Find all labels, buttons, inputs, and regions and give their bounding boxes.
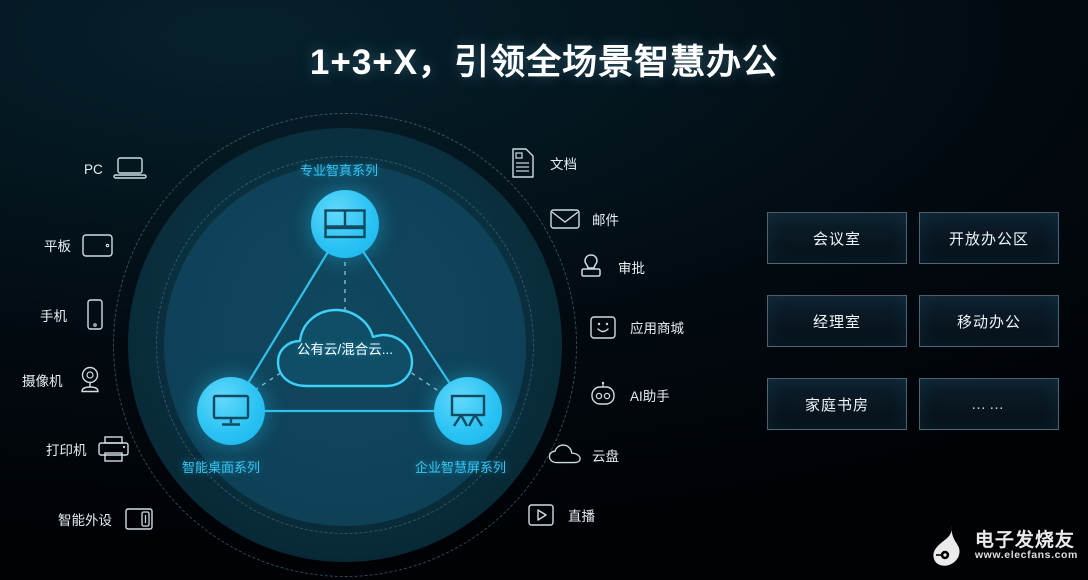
service-label-live: 直播 (568, 509, 595, 524)
service-item-approval[interactable]: 审批 (574, 250, 645, 284)
watermark-name: 电子发烧友 (974, 529, 1075, 551)
infographic-slide: 1+3+X，引领全场景智慧办公 公有云/混合云... 专业智真系列 智能桌面系列… (0, 0, 1088, 580)
app-store-icon (586, 310, 620, 344)
smart-board-icon (450, 394, 486, 427)
device-item-camera[interactable]: 摄像机 (22, 363, 107, 397)
service-item-cloud-drive[interactable]: 云盘 (548, 438, 619, 472)
device-label-pc: PC (84, 161, 103, 177)
phone-icon (77, 298, 111, 332)
scenario-mobile-office[interactable]: 移动办公 (919, 295, 1059, 347)
service-item-ai-assistant[interactable]: AI助手 (586, 378, 670, 412)
device-item-printer[interactable]: 打印机 (46, 432, 131, 466)
hub-node-label-smart-desktop: 智能桌面系列 (182, 460, 261, 475)
device-label-printer: 打印机 (46, 443, 87, 458)
robot-icon (586, 378, 620, 412)
scenario-more[interactable]: …… (919, 378, 1059, 430)
service-label-document: 文档 (550, 157, 577, 172)
desktop-monitor-icon (212, 394, 250, 426)
hub-node-label-telepresence: 专业智真系列 (300, 163, 379, 178)
smart-peripheral-icon (122, 502, 156, 536)
page-title: 1+3+X，引领全场景智慧办公 (309, 43, 779, 82)
device-item-phone[interactable]: 手机 (40, 298, 111, 332)
device-item-peripheral[interactable]: 智能外设 (58, 502, 156, 536)
scenario-open-office[interactable]: 开放办公区 (919, 212, 1059, 264)
tablet-icon (81, 228, 115, 262)
hub-node-telepresence[interactable] (311, 190, 379, 258)
service-label-app-store: 应用商城 (630, 321, 684, 336)
service-item-document[interactable]: 文档 (506, 146, 577, 180)
hub-node-smart-desktop[interactable] (197, 377, 265, 445)
service-item-mail[interactable]: 邮件 (548, 202, 619, 236)
mail-icon (548, 202, 582, 236)
camera-icon (73, 363, 107, 397)
document-icon (506, 146, 540, 180)
watermark-url: www.elecfans.com (974, 549, 1078, 562)
device-label-peripheral: 智能外设 (58, 513, 112, 528)
device-item-pc[interactable]: PC (84, 152, 147, 186)
cloud-label: 公有云/混合云... (296, 342, 393, 357)
device-label-camera: 摄像机 (22, 374, 63, 389)
scenario-meeting-room[interactable]: 会议室 (767, 212, 907, 264)
laptop-icon (113, 152, 147, 186)
hub-node-smart-screen[interactable] (434, 377, 502, 445)
live-play-icon (524, 498, 558, 532)
telepresence-screen-icon (324, 209, 366, 239)
service-item-app-store[interactable]: 应用商城 (586, 310, 684, 344)
elecfans-flame-logo-icon (933, 526, 960, 566)
service-label-approval: 审批 (618, 261, 645, 276)
device-label-phone: 手机 (40, 309, 67, 324)
printer-icon (97, 432, 131, 466)
device-item-tablet[interactable]: 平板 (44, 228, 115, 262)
service-label-cloud-drive: 云盘 (592, 449, 619, 464)
scenario-home-study[interactable]: 家庭书房 (767, 378, 907, 430)
scenario-manager-office[interactable]: 经理室 (767, 295, 907, 347)
scenario-grid: 会议室 开放办公区 经理室 移动办公 家庭书房 …… (767, 212, 1059, 430)
stamp-approval-icon (574, 250, 608, 284)
device-label-tablet: 平板 (44, 239, 71, 254)
watermark: 电子发烧友 www.elecfans.com (927, 524, 1078, 568)
cloud-drive-icon (548, 438, 582, 472)
service-label-mail: 邮件 (592, 213, 619, 228)
service-label-ai-assistant: AI助手 (630, 389, 670, 404)
service-item-live[interactable]: 直播 (524, 498, 595, 532)
hub-node-label-smart-screen: 企业智慧屏系列 (415, 460, 507, 475)
